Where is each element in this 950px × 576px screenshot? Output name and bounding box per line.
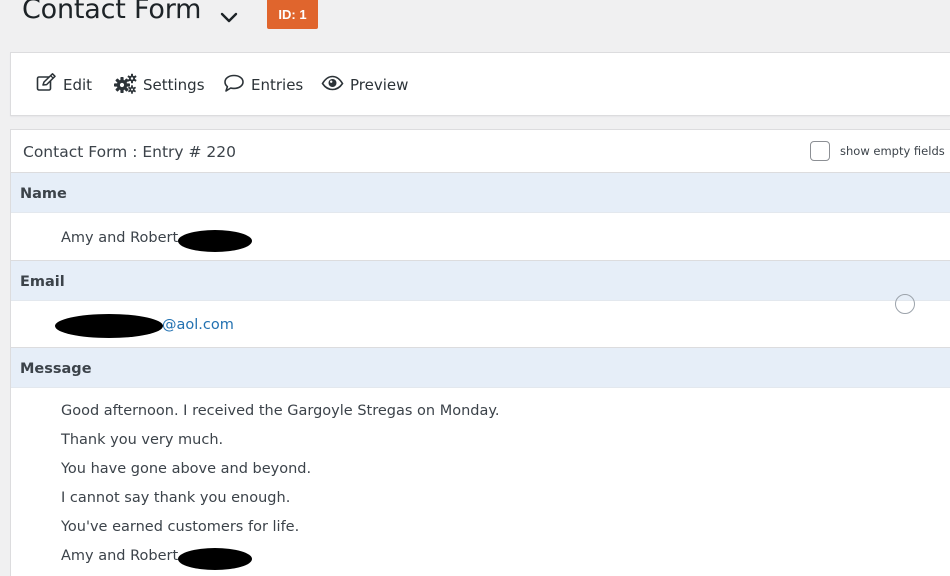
entries-tab[interactable]: Entries: [223, 53, 303, 117]
speech-bubble-icon: [223, 73, 251, 97]
entry-title: Contact Form : Entry # 220: [23, 143, 237, 161]
message-line: You've earned customers for life.: [61, 519, 300, 535]
field-value-name: Amy and Robert: [61, 230, 178, 246]
entry-header: Contact Form : Entry # 220 show empty fi…: [11, 130, 950, 173]
redaction-mark: [178, 230, 252, 252]
edit-icon: [36, 73, 63, 97]
edit-label: Edit: [63, 76, 93, 94]
show-empty-fields-toggle[interactable]: show empty fields: [810, 141, 945, 161]
preview-label: Preview: [350, 76, 409, 94]
field-label-message: Message: [11, 348, 950, 388]
field-value-email: @aol.com: [162, 317, 234, 333]
redaction-mark: [55, 314, 163, 338]
email-link[interactable]: @aol.com: [162, 317, 234, 333]
show-empty-fields-checkbox[interactable]: [810, 141, 830, 161]
edit-tab[interactable]: Edit: [36, 53, 92, 117]
page-header: Contact Form ID: 1: [0, 0, 950, 52]
gears-icon: [114, 73, 143, 98]
message-line: Amy and Robert: [61, 548, 179, 564]
message-line: You have gone above and beyond.: [61, 461, 312, 477]
show-empty-fields-label: show empty fields: [840, 144, 945, 158]
message-line: Thank you very much.: [61, 432, 224, 448]
name-text: Amy and Robert: [61, 230, 179, 246]
settings-tab[interactable]: Settings: [114, 53, 205, 117]
entry-panel: Contact Form : Entry # 220 show empty fi…: [10, 129, 950, 576]
message-line: I cannot say thank you enough.: [61, 490, 291, 506]
redaction-mark: [178, 548, 252, 570]
entries-label: Entries: [251, 76, 304, 94]
radio-circle[interactable]: [895, 294, 915, 314]
settings-label: Settings: [143, 76, 205, 94]
form-id-badge: ID: 1: [267, 0, 318, 29]
field-label-name: Name: [11, 173, 950, 213]
field-label-email: Email: [11, 261, 950, 301]
message-line: Good afternoon. I received the Gargoyle …: [61, 403, 500, 419]
eye-icon: [321, 73, 350, 97]
preview-tab[interactable]: Preview: [321, 53, 408, 117]
form-toolbar: Edit Settings Entries Preview: [10, 52, 950, 116]
chevron-down-icon[interactable]: [218, 6, 240, 28]
form-title: Contact Form: [22, 0, 202, 25]
